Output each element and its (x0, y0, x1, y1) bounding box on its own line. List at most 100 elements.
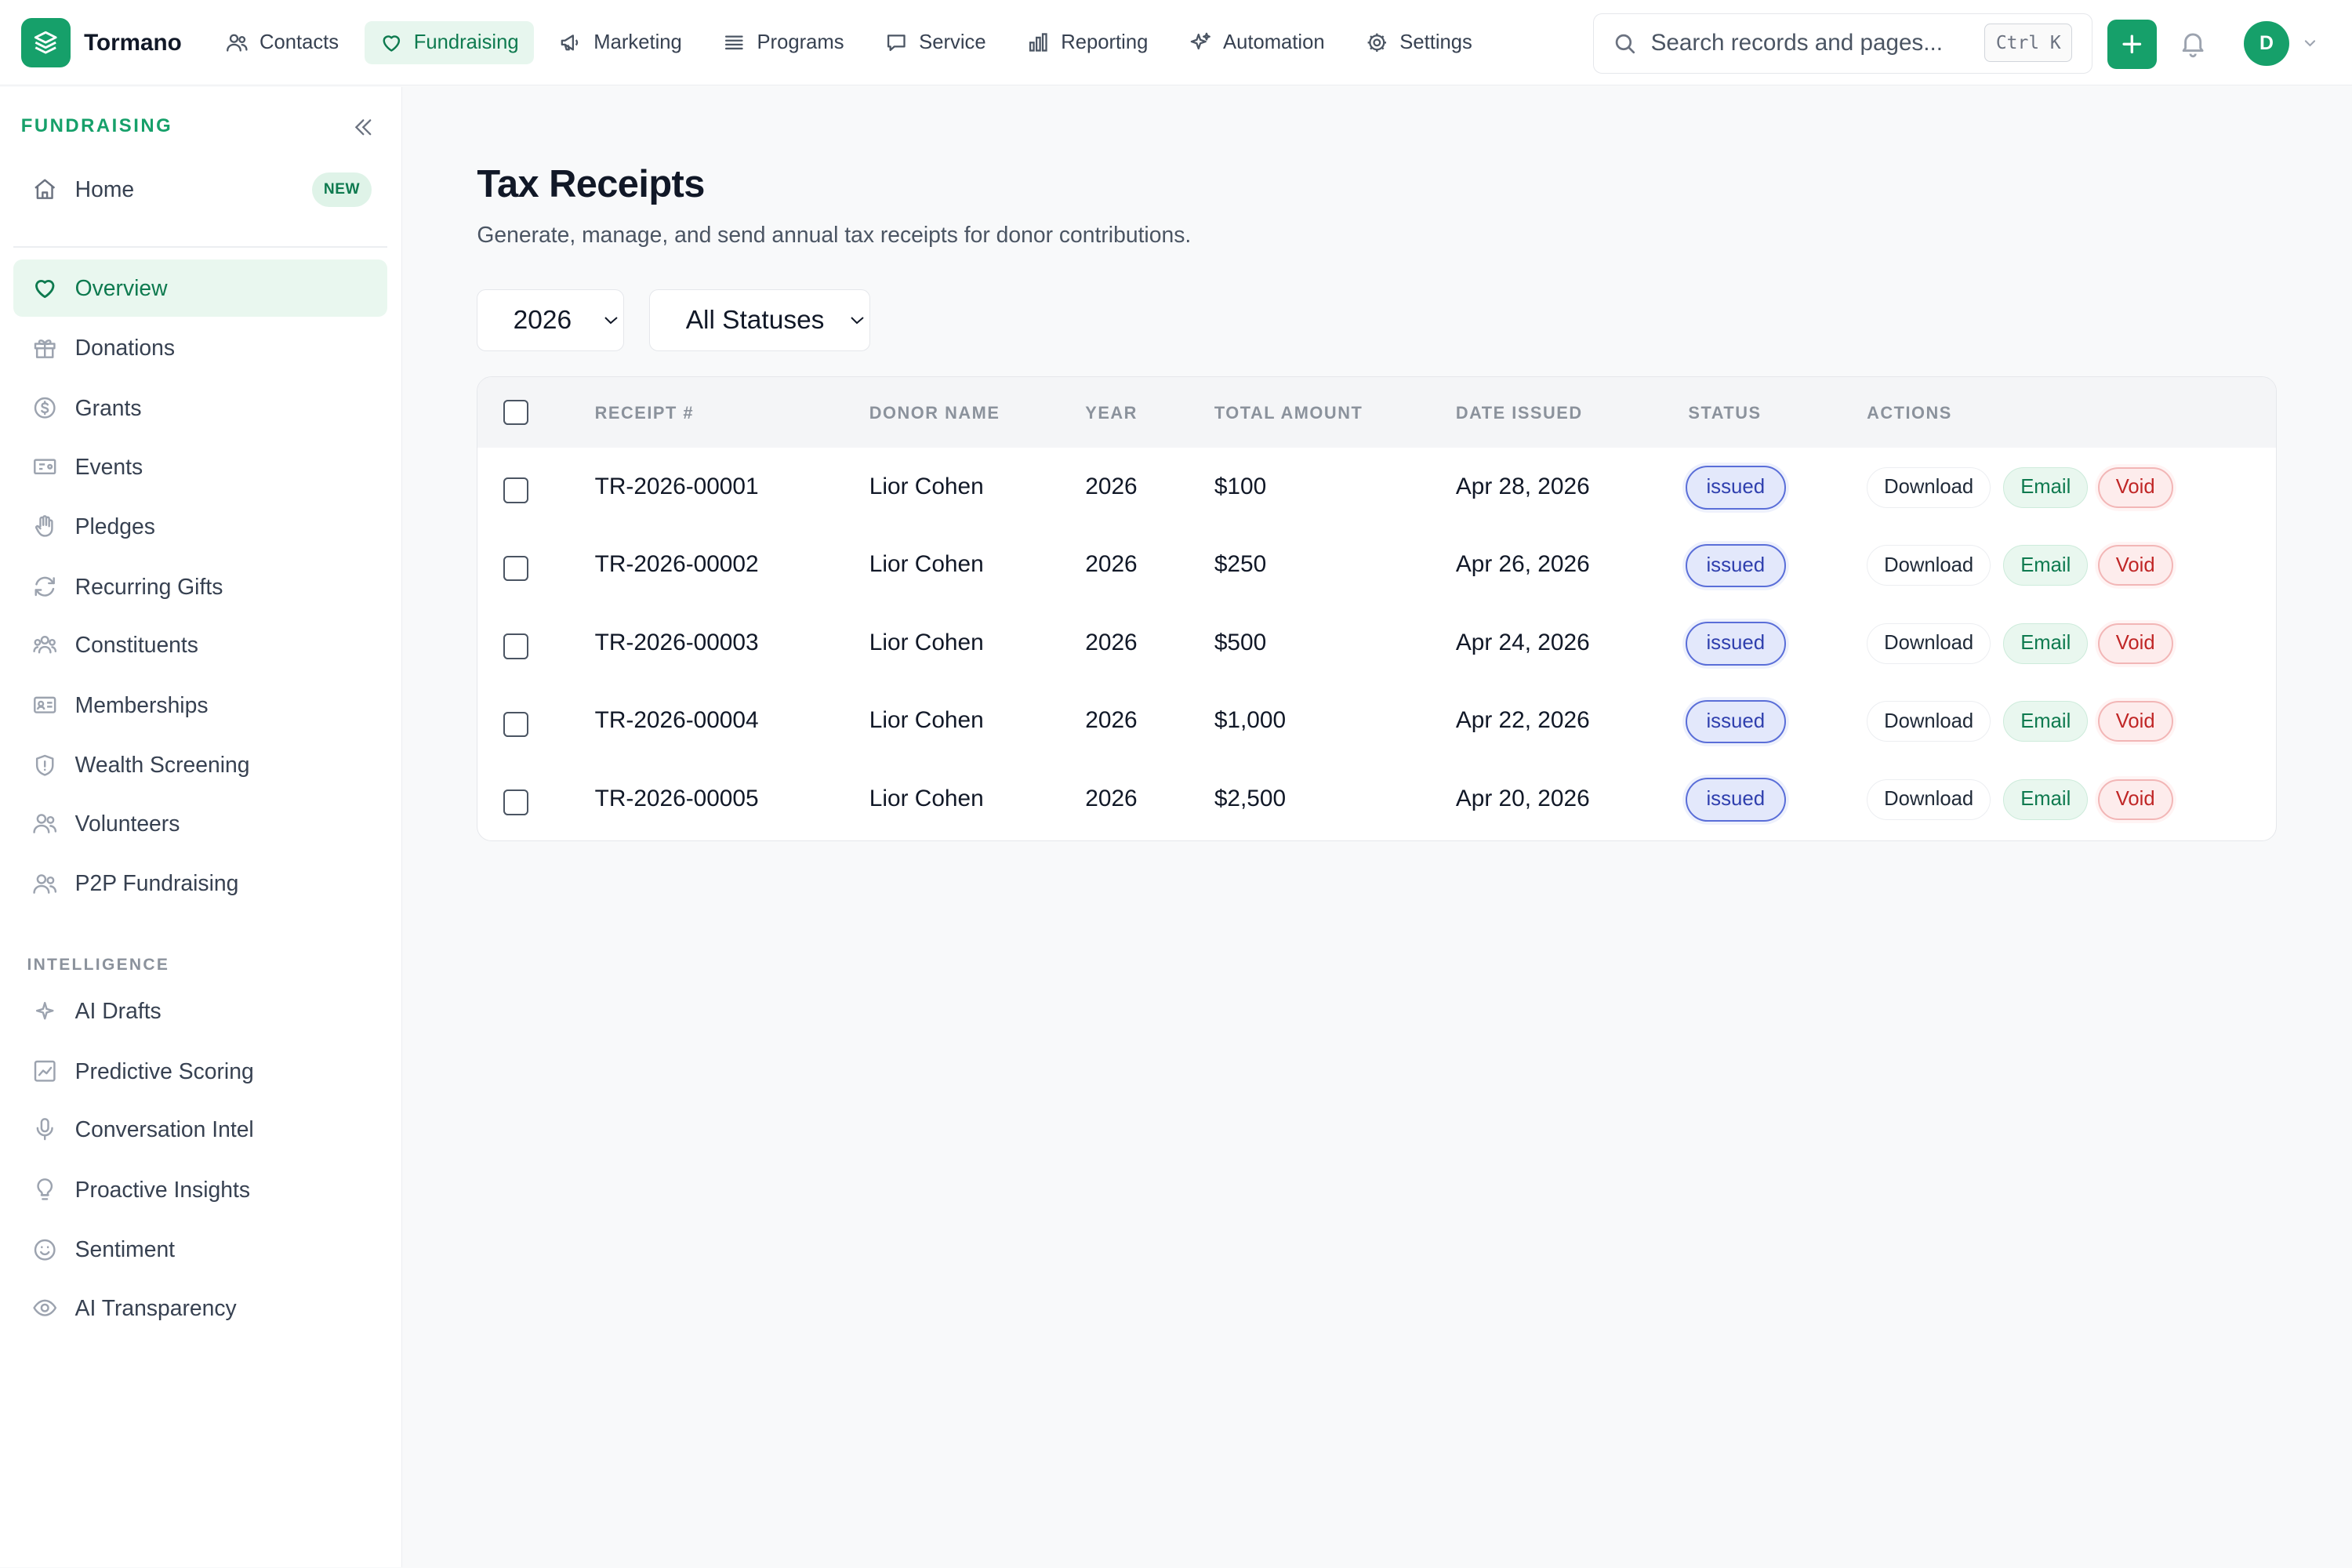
sidebar-item-label: Sentiment (74, 1236, 176, 1262)
download-button[interactable]: Download (1867, 545, 1991, 586)
receipt-year: 2026 (1085, 785, 1138, 811)
nav-settings[interactable]: Settings (1350, 21, 1487, 64)
table-row[interactable]: TR-2026-00005 Lior Cohen 2026 $2,500 Apr… (477, 760, 2276, 837)
table-row[interactable]: TR-2026-00002 Lior Cohen 2026 $250 Apr 2… (477, 526, 2276, 604)
sidebar-section-intelligence: INTELLIGENCE (27, 955, 170, 974)
void-button[interactable]: Void (2097, 622, 2173, 664)
nav-label: Contacts (259, 31, 339, 54)
sidebar-item-proactive-insights[interactable]: Proactive Insights (13, 1161, 387, 1218)
bell-icon[interactable] (2178, 27, 2208, 60)
sparkles-icon (1190, 32, 1210, 50)
row-checkbox[interactable] (503, 633, 529, 659)
column-header-amount: TOTAL AMOUNT (1214, 402, 1363, 423)
sidebar-item-overview[interactable]: Overview (13, 259, 387, 317)
receipt-number[interactable]: TR-2026-00001 (595, 474, 759, 500)
sidebar-divider (13, 245, 387, 248)
nav-label: Reporting (1061, 31, 1149, 54)
user-avatar[interactable]: D (2244, 20, 2289, 67)
download-button[interactable]: Download (1867, 701, 1991, 742)
table-row[interactable]: TR-2026-00003 Lior Cohen 2026 $500 Apr 2… (477, 604, 2276, 681)
total-amount: $1,000 (1214, 707, 1287, 734)
download-button[interactable]: Download (1867, 622, 1991, 664)
void-button[interactable]: Void (2097, 467, 2173, 508)
nav-contacts[interactable]: Contacts (210, 21, 354, 64)
nav-programs[interactable]: Programs (707, 21, 858, 64)
shield-icon (36, 754, 54, 776)
void-button[interactable]: Void (2097, 701, 2173, 742)
download-button[interactable]: Download (1867, 779, 1991, 820)
sidebar-item-home[interactable]: Home NEW (13, 161, 387, 218)
new-badge: NEW (311, 172, 372, 207)
brand[interactable]: Tormano (20, 17, 182, 68)
nav-service[interactable]: Service (869, 21, 1001, 64)
date-issued: Apr 22, 2026 (1455, 707, 1590, 734)
donor-name: Lior Cohen (869, 551, 984, 578)
table-row[interactable]: TR-2026-00004 Lior Cohen 2026 $1,000 Apr… (477, 682, 2276, 760)
users-icon (33, 814, 57, 834)
sidebar-item-wealth-screening[interactable]: Wealth Screening (13, 736, 387, 793)
receipt-number[interactable]: TR-2026-00003 (595, 630, 759, 656)
app-name: Tormano (84, 29, 182, 56)
search-input[interactable] (1650, 26, 2011, 60)
email-button[interactable]: Email (2003, 467, 2089, 508)
column-header-status: STATUS (1688, 402, 1762, 423)
nav-label: Fundraising (413, 31, 519, 54)
sidebar-item-ai-transparency[interactable]: AI Transparency (13, 1279, 387, 1337)
sidebar-item-pledges[interactable]: Pledges (13, 498, 387, 555)
row-checkbox[interactable] (503, 711, 529, 738)
sidebar-item-conversation-intel[interactable]: Conversation Intel (13, 1101, 387, 1158)
add-new-button[interactable] (2107, 19, 2158, 69)
sidebar-item-predictive-scoring[interactable]: Predictive Scoring (13, 1043, 387, 1100)
sidebar-item-constituents[interactable]: Constituents (13, 616, 387, 673)
nav-automation[interactable]: Automation (1174, 21, 1340, 64)
download-button[interactable]: Download (1867, 467, 1991, 508)
status-filter-select[interactable]: All Statuses (649, 289, 870, 351)
sidebar-item-volunteers[interactable]: Volunteers (13, 795, 387, 852)
email-button[interactable]: Email (2003, 545, 2089, 586)
sidebar-item-grants[interactable]: Grants (13, 379, 387, 437)
sidebar-item-label: Events (74, 453, 143, 479)
date-issued: Apr 28, 2026 (1455, 473, 1590, 499)
users-icon (227, 34, 248, 52)
global-search[interactable]: Ctrl K (1592, 13, 2092, 74)
sidebar-item-recurring-gifts[interactable]: Recurring Gifts (13, 558, 387, 615)
sidebar-item-label: Memberships (74, 691, 209, 717)
sidebar-item-label: Constituents (74, 632, 198, 658)
sidebar-item-donations[interactable]: Donations (13, 320, 387, 377)
donor-name: Lior Cohen (869, 473, 984, 499)
smile-icon (34, 1239, 56, 1261)
nav-label: Automation (1223, 31, 1325, 54)
refresh-icon (34, 576, 56, 597)
email-button[interactable]: Email (2003, 701, 2089, 742)
void-button[interactable]: Void (2097, 545, 2173, 586)
dollar-circle-icon (34, 397, 56, 419)
row-checkbox[interactable] (503, 477, 529, 503)
nav-marketing[interactable]: Marketing (544, 21, 697, 64)
sidebar-item-p2p-fundraising[interactable]: P2P Fundraising (13, 855, 387, 913)
sidebar-item-ai-drafts[interactable]: AI Drafts (13, 982, 387, 1040)
receipt-number[interactable]: TR-2026-00005 (595, 786, 759, 812)
receipt-number[interactable]: TR-2026-00004 (595, 707, 759, 734)
email-button[interactable]: Email (2003, 779, 2089, 820)
collapse-sidebar-icon[interactable] (351, 115, 376, 140)
row-checkbox[interactable] (503, 555, 529, 582)
sidebar-section-title: FUNDRAISING (20, 115, 173, 137)
sidebar-item-sentiment[interactable]: Sentiment (13, 1221, 387, 1278)
sidebar-item-label: Overview (74, 274, 168, 300)
nav-fundraising[interactable]: Fundraising (364, 20, 534, 65)
email-button[interactable]: Email (2003, 622, 2089, 664)
nav-label: Programs (757, 31, 844, 54)
chevron-down-icon[interactable] (2301, 36, 2319, 51)
void-button[interactable]: Void (2097, 779, 2173, 820)
sidebar-item-events[interactable]: Events (13, 438, 387, 495)
sparkle-icon (36, 1002, 54, 1020)
receipt-number[interactable]: TR-2026-00002 (595, 551, 759, 578)
select-all-checkbox[interactable] (503, 399, 529, 426)
nav-reporting[interactable]: Reporting (1011, 21, 1163, 64)
sidebar-item-memberships[interactable]: Memberships (13, 677, 387, 734)
status-badge: issued (1685, 622, 1786, 666)
table-row[interactable]: TR-2026-00001 Lior Cohen 2026 $100 Apr 2… (477, 448, 2276, 525)
year-filter-select[interactable]: 2026 (477, 289, 624, 351)
sidebar-item-label: Home (74, 176, 135, 201)
row-checkbox[interactable] (503, 789, 529, 815)
